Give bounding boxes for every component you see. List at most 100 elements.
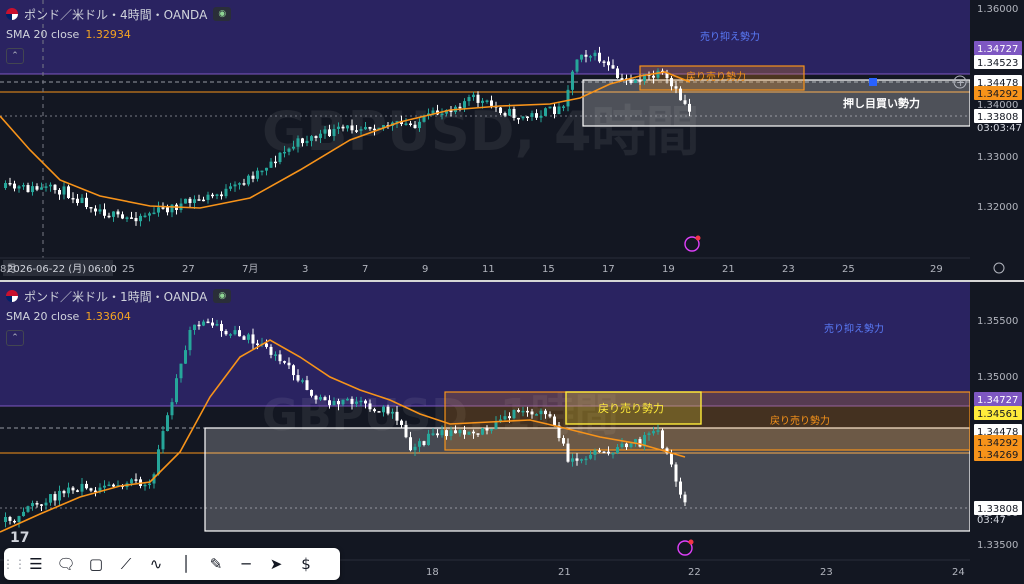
candle xyxy=(337,126,340,129)
candle xyxy=(323,129,327,134)
price-tick: 1.35000 xyxy=(977,372,1018,383)
date-tick: 23 xyxy=(782,264,795,275)
candle xyxy=(544,108,547,116)
candle xyxy=(341,126,345,129)
candle xyxy=(166,415,169,432)
candle xyxy=(233,330,237,335)
candle xyxy=(80,197,84,203)
candle xyxy=(589,56,592,58)
candle xyxy=(607,61,610,66)
candle xyxy=(652,75,655,78)
candle xyxy=(8,183,12,185)
horizontal-line-icon[interactable]: ─ xyxy=(232,551,260,577)
candle xyxy=(157,449,160,475)
path-icon[interactable]: ∿ xyxy=(142,551,170,577)
date-tick: 25 xyxy=(122,264,135,275)
candle xyxy=(26,185,30,193)
candle xyxy=(607,451,610,454)
candle xyxy=(683,494,687,503)
indicator-label[interactable]: SMA 20 close xyxy=(6,28,79,41)
symbol-title[interactable]: ポンド／米ドル・4時間・OANDA xyxy=(24,6,207,23)
candle xyxy=(139,215,142,222)
candle xyxy=(278,152,282,163)
countdown: 03:03:47 xyxy=(977,123,1022,134)
candle xyxy=(112,211,115,217)
legend-1h: ポンド／米ドル・1時間・OANDA ◉ SMA 20 close 1.33604… xyxy=(6,286,232,346)
candle xyxy=(575,59,579,72)
price-label-orange-box: 1.34269 xyxy=(977,450,1018,461)
candle xyxy=(8,517,12,521)
candle xyxy=(71,487,75,491)
candle xyxy=(629,443,633,448)
candle xyxy=(355,130,358,132)
candle xyxy=(584,458,588,461)
zone-label-sell-pressure: 売り抑え勢力 xyxy=(824,322,884,335)
candle xyxy=(575,458,579,461)
menu-lines-icon[interactable]: ☰ xyxy=(22,551,50,577)
date-tick: 7月 xyxy=(242,263,258,275)
candle xyxy=(404,123,408,125)
candle xyxy=(58,189,61,195)
trend-line-icon[interactable]: ⟋ xyxy=(112,551,140,577)
vertical-line-icon[interactable]: │ xyxy=(172,551,200,577)
symbol-title[interactable]: ポンド／米ドル・1時間・OANDA xyxy=(24,288,207,305)
gbp-flag-icon xyxy=(6,290,18,302)
date-tick: 11 xyxy=(482,264,495,275)
comment-icon[interactable]: 🗨 xyxy=(52,551,80,577)
collapse-legend-icon[interactable]: ⌃ xyxy=(6,48,24,64)
candle xyxy=(620,443,624,448)
time-label-time: 06:00 xyxy=(88,264,117,275)
candle xyxy=(103,209,106,216)
candle xyxy=(107,484,111,487)
date-tick: 7 xyxy=(362,264,368,275)
candle xyxy=(647,433,651,436)
zone-label-sell-pressure: 売り抑え勢力 xyxy=(700,30,760,43)
candle xyxy=(346,398,349,401)
candle xyxy=(269,161,273,168)
candle xyxy=(22,185,25,187)
candle xyxy=(566,89,570,107)
indicator-label[interactable]: SMA 20 close xyxy=(6,310,79,323)
drawing-toolbar: ⋮⋮ ☰ 🗨 ▢ ⟋ ∿ │ ✎ ─ ➤ $ xyxy=(2,548,340,580)
candle xyxy=(305,380,309,390)
candle xyxy=(310,389,313,396)
candle xyxy=(499,107,502,114)
candle xyxy=(337,401,340,405)
candle xyxy=(319,133,322,138)
candle xyxy=(679,88,682,101)
candle xyxy=(80,483,84,492)
candle xyxy=(301,380,304,382)
candle xyxy=(418,441,421,447)
candle xyxy=(89,207,93,209)
candle xyxy=(539,410,543,415)
brush-icon[interactable]: ✎ xyxy=(202,551,230,577)
countdown: 03:47 xyxy=(977,515,1006,526)
candle xyxy=(656,430,660,432)
candle xyxy=(296,138,300,147)
candle xyxy=(670,78,673,87)
chart-pane-4h[interactable]: 売り抑え勢力 GBPUSD, 4時間 押し目買い勢力 戻り売り勢力 1.36000 1.3… xyxy=(0,0,1024,280)
candle xyxy=(454,430,457,434)
candle xyxy=(179,363,183,379)
cursor-icon[interactable]: ➤ xyxy=(262,551,290,577)
rectangle-icon[interactable]: ▢ xyxy=(82,551,110,577)
visibility-icon[interactable]: ◉ xyxy=(213,289,232,303)
price-label-icon[interactable]: $ xyxy=(292,551,320,577)
marker-icon xyxy=(869,78,877,86)
visibility-icon[interactable]: ◉ xyxy=(213,7,232,21)
candle xyxy=(175,378,178,403)
candle xyxy=(166,207,169,213)
candle xyxy=(521,410,525,413)
candle xyxy=(44,502,48,506)
candle xyxy=(251,334,255,344)
candle xyxy=(656,70,660,78)
candle xyxy=(346,125,349,129)
chart-pane-1h[interactable]: 売り抑え勢力 GBPUSD, 1時間 戻り売り勢力 戻り売り勢力 1.35500 1.35… xyxy=(0,282,1024,584)
candle xyxy=(247,334,250,340)
candle xyxy=(161,431,165,450)
date-tick: 21 xyxy=(558,567,571,578)
candle xyxy=(445,430,448,437)
grip-icon[interactable]: ⋮⋮ xyxy=(2,551,26,577)
collapse-legend-icon[interactable]: ⌃ xyxy=(6,330,24,346)
candle xyxy=(535,414,538,416)
